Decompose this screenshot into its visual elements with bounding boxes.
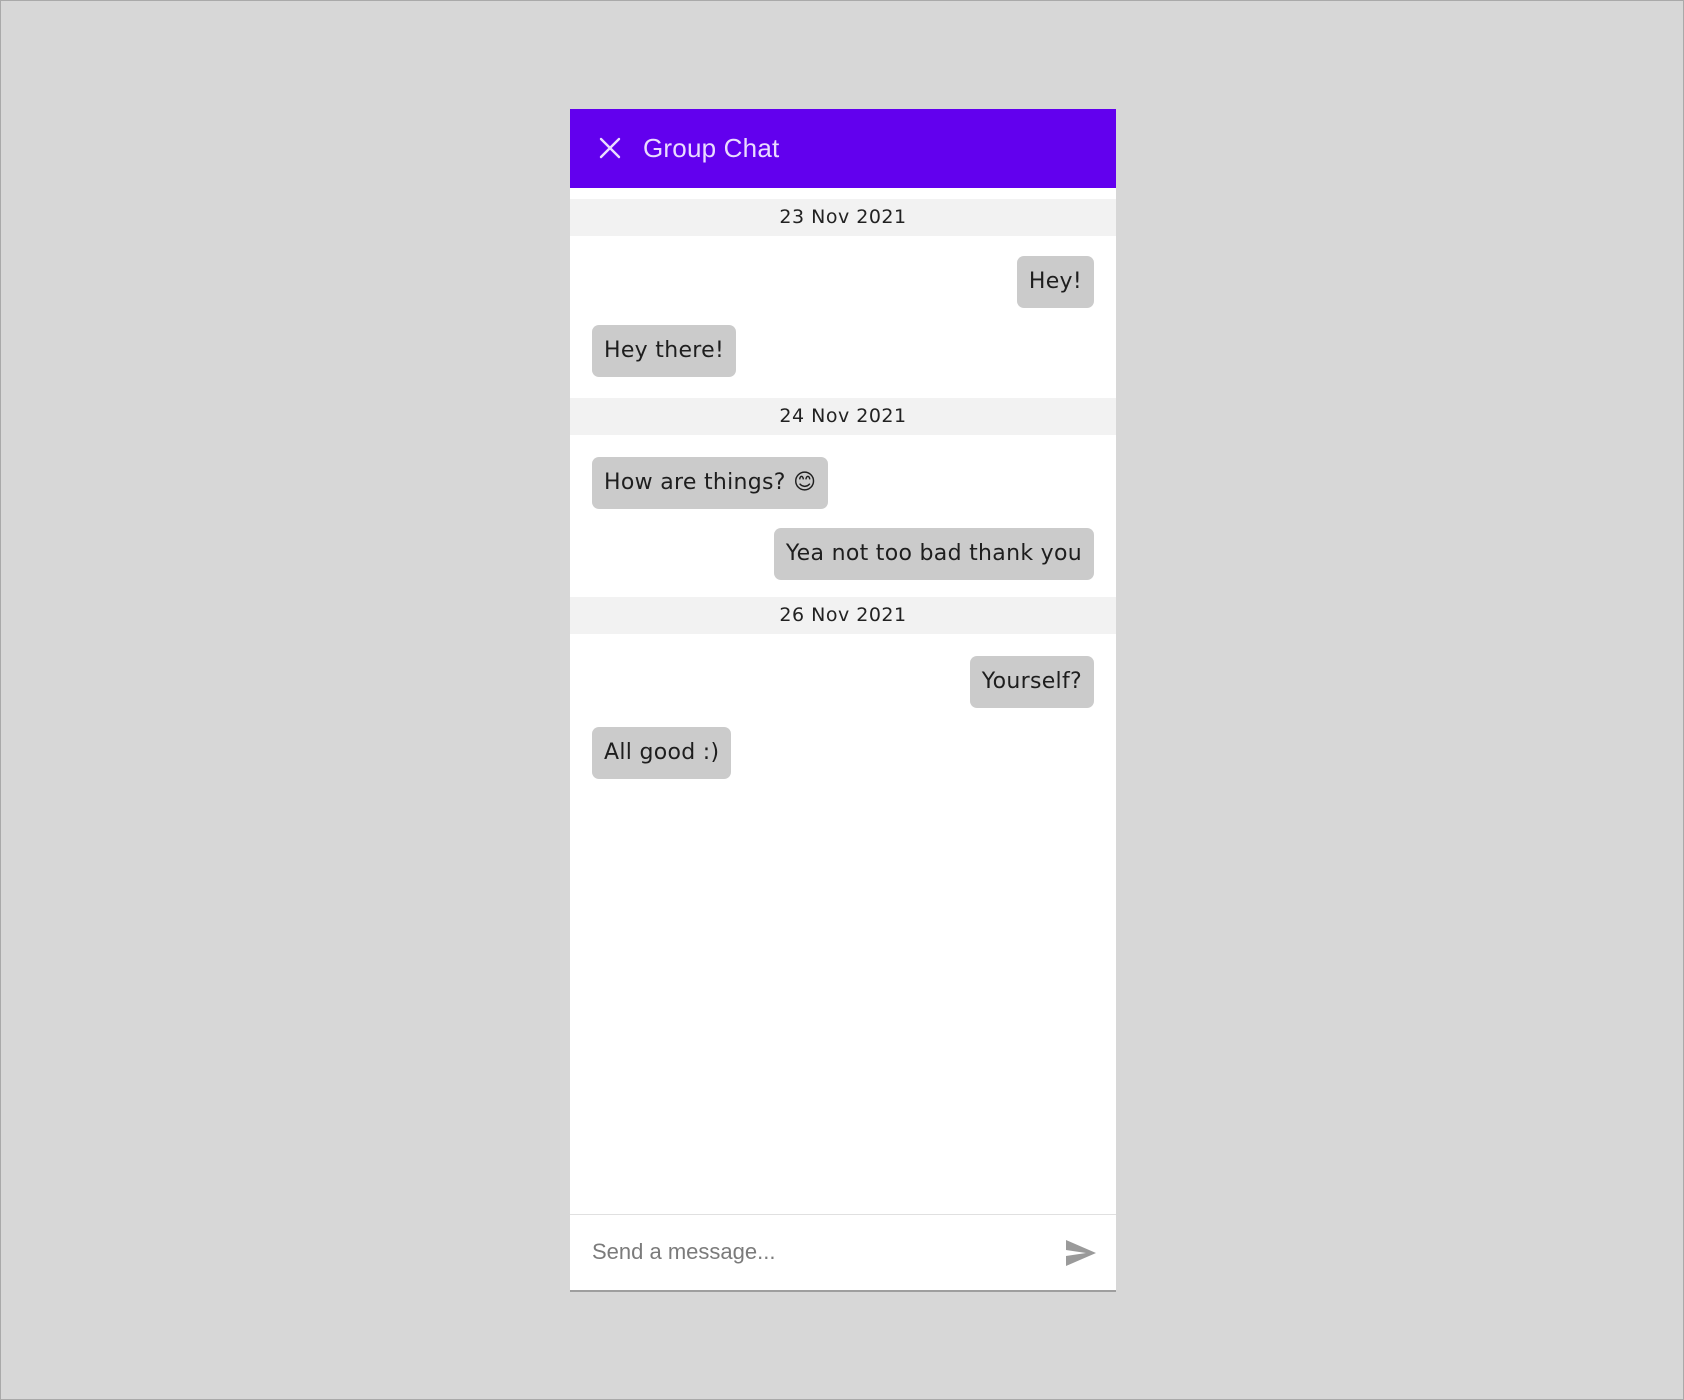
- message-bubble-received[interactable]: Hey there!: [592, 325, 737, 377]
- date-divider: 24 Nov 2021: [570, 398, 1116, 435]
- date-divider: 26 Nov 2021: [570, 597, 1116, 634]
- chat-window: Group Chat 23 Nov 2021 Hey! Hey there! 2…: [570, 109, 1116, 1292]
- send-button[interactable]: [1064, 1237, 1098, 1269]
- message-list[interactable]: 23 Nov 2021 Hey! Hey there! 24 Nov 2021 …: [570, 199, 1116, 1214]
- message-input[interactable]: [592, 1229, 1032, 1275]
- message-bubble-sent[interactable]: Hey!: [1016, 256, 1094, 308]
- close-button[interactable]: [594, 132, 626, 164]
- chat-header: Group Chat: [570, 109, 1116, 188]
- message-bubble-received[interactable]: How are things? 😊: [592, 457, 829, 509]
- chat-title: Group Chat: [643, 133, 780, 163]
- close-icon: [598, 136, 622, 160]
- date-divider: 23 Nov 2021: [570, 199, 1116, 236]
- message-bubble-received[interactable]: All good :): [592, 727, 732, 779]
- message-bubble-sent[interactable]: Yea not too bad thank you: [773, 528, 1094, 580]
- message-composer: [570, 1214, 1116, 1290]
- message-bubble-sent[interactable]: Yourself?: [969, 656, 1094, 708]
- send-icon: [1064, 1237, 1098, 1269]
